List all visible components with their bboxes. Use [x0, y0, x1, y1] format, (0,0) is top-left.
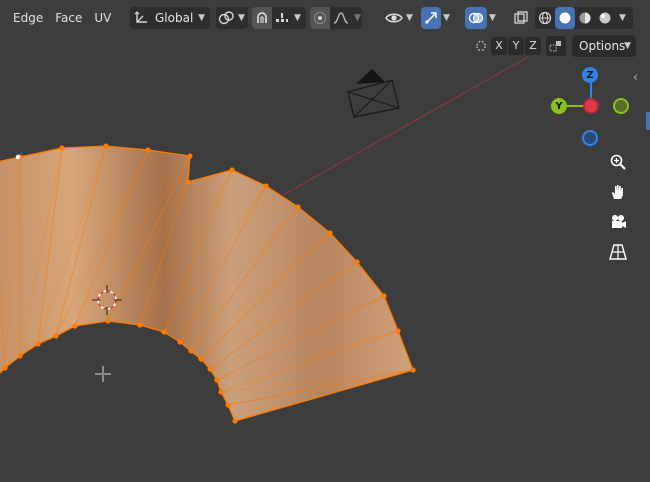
rendered-shading-icon[interactable]: [595, 7, 615, 29]
selected-vertex[interactable]: [198, 356, 204, 362]
chevron-down-icon[interactable]: ▼: [619, 13, 626, 23]
solid-shading-icon[interactable]: [555, 7, 575, 29]
menu-edge[interactable]: Edge: [0, 6, 49, 30]
selected-vertex[interactable]: [105, 318, 111, 324]
chevron-down-icon: ▼: [198, 13, 205, 23]
camera-view-line: [282, 56, 529, 196]
chevron-down-icon[interactable]: ▼: [489, 13, 496, 23]
selected-vertex[interactable]: [72, 323, 78, 329]
selected-vertex[interactable]: [410, 367, 416, 373]
selected-vertex[interactable]: [327, 230, 333, 236]
shading-mode-group: ▼: [535, 7, 633, 29]
chevron-down-icon: ▼: [624, 41, 631, 51]
unselected-vertex[interactable]: [15, 154, 21, 160]
orientation-axes-icon: [130, 7, 152, 29]
camera-view-button[interactable]: [605, 209, 631, 235]
gizmo-arrow-icon[interactable]: [421, 7, 441, 29]
magnet-snap-icon[interactable]: [252, 7, 272, 29]
grid-perspective-icon: [609, 244, 627, 260]
selected-vertex[interactable]: [103, 143, 109, 149]
perspective-toggle-button[interactable]: [605, 239, 631, 265]
chevron-down-icon: ▼: [238, 13, 245, 23]
proportional-edit-group: ▼: [310, 7, 362, 29]
gizmo-neg-z-axis[interactable]: [582, 130, 598, 146]
wireframe-shading-icon[interactable]: [535, 7, 555, 29]
chevron-down-icon[interactable]: ▼: [443, 13, 450, 23]
selected-vertex[interactable]: [137, 322, 143, 328]
options-label: Options: [579, 39, 626, 53]
menu-face[interactable]: Face: [49, 6, 88, 30]
pan-button[interactable]: [605, 179, 631, 205]
selected-vertex[interactable]: [381, 293, 387, 299]
selected-vertex[interactable]: [218, 389, 224, 395]
selected-vertex[interactable]: [185, 179, 191, 185]
chevron-down-icon: ▼: [406, 13, 413, 23]
chevron-down-icon[interactable]: ▼: [294, 13, 301, 23]
selected-vertex[interactable]: [225, 402, 231, 408]
selected-vertex[interactable]: [187, 153, 193, 159]
selected-vertex[interactable]: [188, 348, 194, 354]
selected-vertex[interactable]: [207, 366, 213, 372]
mouse-crosshair-icon: [95, 366, 111, 382]
3d-viewport[interactable]: Edge Face UV Global ▼ ▼ ▼ ▼ ▼ ▼ ▼ ▼ X Y …: [0, 0, 650, 482]
options-dropdown[interactable]: Options ▼: [572, 35, 636, 57]
selected-vertex[interactable]: [232, 418, 238, 424]
transform-orientation-dropdown[interactable]: Global ▼: [130, 7, 210, 29]
gizmo-x-axis[interactable]: [583, 98, 599, 114]
overlay-group: ▼: [465, 7, 505, 29]
gizmo-y-axis[interactable]: Y: [551, 98, 567, 114]
pivot-point-icon: [216, 7, 236, 29]
fan-mesh[interactable]: [0, 143, 416, 424]
gizmo-toggle-group: ▼: [421, 7, 459, 29]
menu-uv[interactable]: UV: [88, 6, 117, 30]
snap-increment-icon[interactable]: [272, 7, 292, 29]
camera-icon: [612, 215, 626, 228]
zoom-button[interactable]: [605, 149, 631, 175]
zoom-icon: [610, 154, 626, 170]
xray-toggle[interactable]: [510, 7, 532, 29]
selected-vertex[interactable]: [295, 204, 301, 210]
mesh-faces: [0, 146, 413, 421]
mirror-icon[interactable]: [472, 37, 490, 55]
axis-z-toggle[interactable]: Z: [525, 37, 541, 55]
material-shading-icon[interactable]: [575, 7, 595, 29]
orientation-label: Global: [155, 11, 194, 25]
proportional-edit-icon[interactable]: [310, 7, 330, 29]
hand-pan-icon: [612, 185, 623, 199]
axis-y-toggle[interactable]: Y: [508, 37, 524, 55]
snap-group: ▼: [252, 7, 306, 29]
selected-vertex[interactable]: [214, 377, 220, 383]
axis-x-toggle[interactable]: X: [491, 37, 507, 55]
camera-object[interactable]: [347, 69, 400, 118]
selected-vertex[interactable]: [229, 167, 235, 173]
gizmo-z-axis[interactable]: Z: [582, 67, 598, 83]
overlay-circles-icon[interactable]: [465, 7, 487, 29]
gizmo-neg-x-axis[interactable]: [613, 98, 629, 114]
auto-merge-icon[interactable]: [546, 36, 566, 56]
selected-vertex[interactable]: [2, 365, 8, 371]
selected-vertex[interactable]: [263, 183, 269, 189]
selected-vertex[interactable]: [395, 328, 401, 334]
pivot-point-dropdown[interactable]: ▼: [216, 7, 248, 29]
selected-vertex[interactable]: [354, 259, 360, 265]
selected-vertex[interactable]: [145, 147, 151, 153]
selected-vertex[interactable]: [59, 145, 65, 151]
eye-icon: [384, 7, 404, 29]
selected-vertex[interactable]: [53, 333, 59, 339]
chevron-down-icon[interactable]: ▼: [354, 13, 361, 23]
selected-vertex[interactable]: [161, 329, 167, 335]
sidebar-tab-edge[interactable]: [646, 112, 650, 130]
selected-vertex[interactable]: [17, 353, 23, 359]
selected-vertex[interactable]: [177, 339, 183, 345]
visibility-dropdown[interactable]: ▼: [384, 7, 418, 29]
xray-icon: [510, 7, 532, 29]
falloff-curve-icon[interactable]: [330, 7, 352, 29]
selected-vertex[interactable]: [35, 341, 41, 347]
